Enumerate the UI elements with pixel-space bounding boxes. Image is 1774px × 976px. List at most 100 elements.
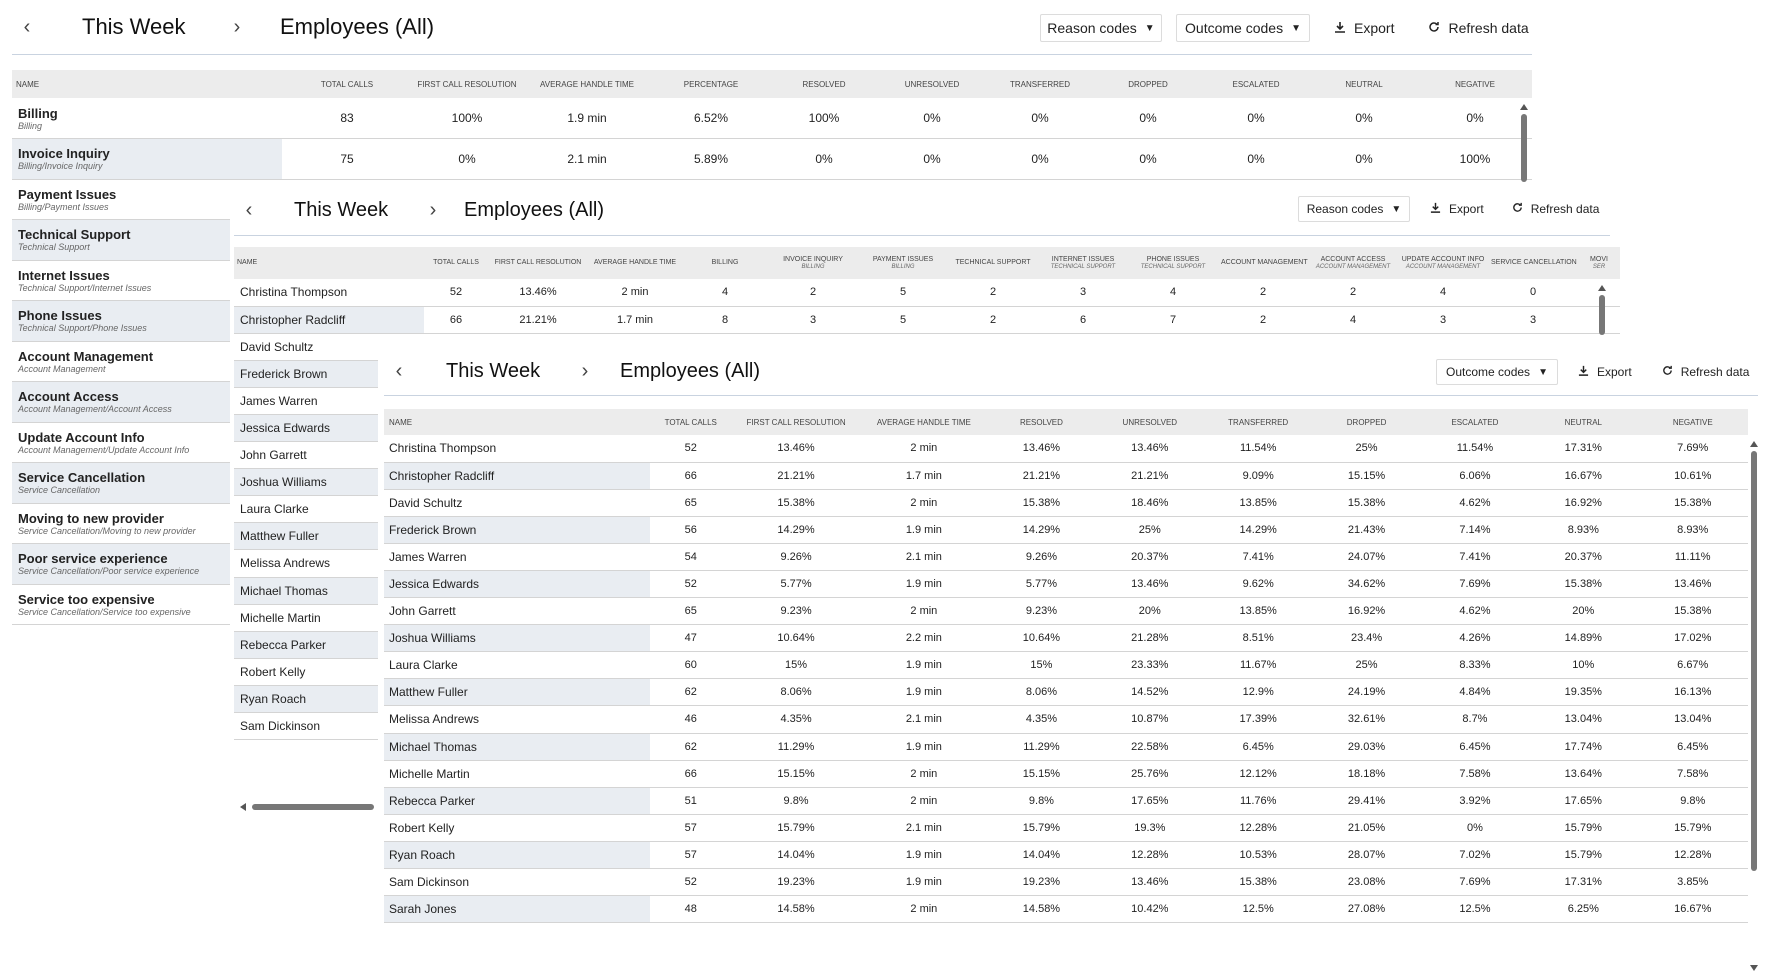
employee-name[interactable]: Sam Dickinson <box>384 869 650 896</box>
column-header-phone-issues[interactable]: Phone Issues Technical Support <box>1128 247 1218 279</box>
employee-name[interactable]: Michelle Martin <box>384 760 650 787</box>
column-header-resolved[interactable]: Resolved <box>770 70 878 98</box>
table-row[interactable]: Michelle Martin 66 15.15% 2 min 15.15% 25.76%… <box>384 760 1748 788</box>
column-header-account-management[interactable]: Account Management <box>1218 247 1308 279</box>
employee-name[interactable]: Frederick Brown <box>384 516 650 544</box>
prev-period-button[interactable]: ‹ <box>384 360 414 383</box>
panel1-vertical-scrollbar[interactable] <box>1520 104 1528 182</box>
column-header-service-cancellation[interactable]: Service Cancellation <box>1488 247 1578 279</box>
column-header-name[interactable]: Name <box>384 409 650 435</box>
table-row[interactable]: Joshua Williams 47 10.64% 2.2 min 10.64% 21.2… <box>384 624 1748 652</box>
scroll-thumb[interactable] <box>1751 451 1757 871</box>
employee-name[interactable]: Michael Thomas <box>384 733 650 761</box>
column-header-dropped[interactable]: Dropped <box>1312 409 1420 435</box>
table-row[interactable]: Frederick Brown 56 14.29% 1.9 min 14.29% 25% 1… <box>384 516 1748 544</box>
scroll-up-icon[interactable] <box>1598 285 1606 291</box>
prev-period-button[interactable]: ‹ <box>234 199 264 222</box>
column-header-name[interactable]: Name <box>234 247 424 279</box>
table-row[interactable]: Ryan Roach 57 14.04% 1.9 min 14.04% 12.28% 10.… <box>384 841 1748 869</box>
column-header-negative[interactable]: Negative <box>1418 70 1532 98</box>
table-row[interactable]: Robert Kelly 57 15.79% 2.1 min 15.79% 19.3% 12… <box>384 814 1748 842</box>
reason-codes-dropdown[interactable]: Reason codes ▼ <box>1040 14 1162 42</box>
column-header-movi[interactable]: Movi Ser <box>1578 247 1620 279</box>
column-header-first-call-resolution[interactable]: First call resolution <box>412 70 522 98</box>
employee-name[interactable]: David Schultz <box>384 489 650 516</box>
column-header-negative[interactable]: Negative <box>1638 409 1749 435</box>
column-header-unresolved[interactable]: Unresolved <box>1096 409 1204 435</box>
column-header-first-call-resolution[interactable]: First call resolution <box>732 409 861 435</box>
scroll-up-icon[interactable] <box>1750 441 1758 447</box>
employee-name[interactable]: Christopher Radcliff <box>384 462 650 490</box>
employee-name[interactable]: Christina Thompson <box>384 435 650 462</box>
table-row[interactable]: David Schultz 65 15.38% 2 min 15.38% 18.46% 13… <box>384 489 1748 517</box>
export-button[interactable]: Export <box>1578 365 1632 379</box>
table-row[interactable]: John Garrett 65 9.23% 2 min 9.23% 20% 13.85% 16… <box>384 598 1748 625</box>
scroll-down-icon[interactable] <box>1750 965 1758 971</box>
reason-codes-dropdown[interactable]: Reason codes ▼ <box>1298 196 1410 222</box>
column-header-transferred[interactable]: Transferred <box>986 70 1094 98</box>
table-row[interactable]: Laura Clarke 60 15% 1.9 min 15% 23.33% 11.67% 2… <box>384 652 1748 679</box>
table-row[interactable]: Melissa Andrews 46 4.35% 2.1 min 4.35% 10.87%… <box>384 706 1748 734</box>
scroll-thumb[interactable] <box>252 804 374 810</box>
table-row[interactable]: James Warren 54 9.26% 2.1 min 9.26% 20.37% 7.4… <box>384 543 1748 571</box>
employee-name[interactable]: Jessica Edwards <box>384 570 650 598</box>
employee-name[interactable]: Robert Kelly <box>384 814 650 841</box>
employee-name[interactable]: James Warren <box>384 543 650 570</box>
employee-name[interactable]: Joshua Williams <box>384 624 650 652</box>
table-row[interactable]: Christopher Radcliff 66 21.21% 1.7 min 21.21… <box>384 462 1748 490</box>
employee-name[interactable]: Christina Thompson <box>234 279 424 306</box>
column-header-escalated[interactable]: Escalated <box>1202 70 1310 98</box>
table-row[interactable]: Sarah Jones 48 14.58% 2 min 14.58% 10.42% 12.5… <box>384 895 1748 923</box>
refresh-button[interactable]: Refresh data <box>1662 365 1749 379</box>
next-period-button[interactable]: › <box>570 360 600 383</box>
column-header-neutral[interactable]: Neutral <box>1529 409 1637 435</box>
column-header-average-handle-time[interactable]: Average handle time <box>860 409 987 435</box>
next-period-button[interactable]: › <box>222 16 252 39</box>
row-name-cell[interactable]: Invoice Inquiry Billing/Invoice Inquiry <box>12 138 282 179</box>
employee-name[interactable]: John Garrett <box>384 598 650 625</box>
column-header-average-handle-time[interactable]: Average handle time <box>522 70 652 98</box>
employee-name[interactable]: Matthew Fuller <box>384 678 650 706</box>
next-period-button[interactable]: › <box>418 199 448 222</box>
column-header-internet-issues[interactable]: Internet Issues Technical Support <box>1038 247 1128 279</box>
column-header-escalated[interactable]: Escalated <box>1421 409 1529 435</box>
column-header-total-calls[interactable]: Total calls <box>424 247 488 279</box>
outcome-codes-dropdown[interactable]: Outcome codes ▼ <box>1176 14 1310 42</box>
table-row[interactable]: Christina Thompson 52 13.46% 2 min 4 2 5 2 3 4 2 2 4… <box>234 279 1620 307</box>
employee-name[interactable]: Laura Clarke <box>384 652 650 679</box>
column-header-name[interactable]: Name <box>12 70 282 98</box>
panel2-horizontal-scrollbar[interactable] <box>240 803 384 811</box>
column-header-invoice-inquiry[interactable]: Invoice Inquiry Billing <box>768 247 858 279</box>
panel2-vertical-scrollbar[interactable] <box>1598 285 1606 335</box>
employee-name[interactable]: Melissa Andrews <box>384 706 650 733</box>
column-header-technical-support[interactable]: Technical Support <box>948 247 1038 279</box>
refresh-button[interactable]: Refresh data <box>1512 202 1599 216</box>
scroll-thumb[interactable] <box>1521 114 1527 182</box>
table-row[interactable]: Sam Dickinson 52 19.23% 1.9 min 19.23% 13.46%… <box>384 869 1748 896</box>
column-header-transferred[interactable]: Transferred <box>1204 409 1312 435</box>
panel3-vertical-scrollbar[interactable] <box>1750 441 1758 971</box>
column-header-first-call-resolution[interactable]: First call resolution <box>488 247 588 279</box>
employee-name[interactable]: Rebecca Parker <box>384 787 650 815</box>
column-header-dropped[interactable]: Dropped <box>1094 70 1202 98</box>
export-button[interactable]: Export <box>1430 202 1484 216</box>
table-row[interactable]: Matthew Fuller 62 8.06% 1.9 min 8.06% 14.52% 1… <box>384 678 1748 706</box>
outcome-codes-dropdown[interactable]: Outcome codes ▼ <box>1436 359 1558 385</box>
column-header-average-handle-time[interactable]: Average handle time <box>588 247 682 279</box>
column-header-percentage[interactable]: Percentage <box>652 70 770 98</box>
scroll-up-icon[interactable] <box>1520 104 1528 110</box>
table-row[interactable]: Christopher Radcliff 66 21.21% 1.7 min 8 3 5 2 6… <box>234 306 1620 334</box>
column-header-payment-issues[interactable]: Payment Issues Billing <box>858 247 948 279</box>
column-header-total-calls[interactable]: Total calls <box>650 409 732 435</box>
column-header-unresolved[interactable]: Unresolved <box>878 70 986 98</box>
column-header-neutral[interactable]: Neutral <box>1310 70 1418 98</box>
table-row[interactable]: Jessica Edwards 52 5.77% 1.9 min 5.77% 13.46%… <box>384 570 1748 598</box>
table-row[interactable]: Billing Billing 83 100% 1.9 min 6.52% 100% 0% 0%… <box>12 98 1532 139</box>
table-row[interactable]: Invoice Inquiry Billing/Invoice Inquiry 75… <box>12 138 1532 179</box>
scroll-left-icon[interactable] <box>240 803 246 811</box>
export-button[interactable]: Export <box>1334 20 1394 36</box>
table-row[interactable]: Christina Thompson 52 13.46% 2 min 13.46% 13.… <box>384 435 1748 463</box>
column-header-resolved[interactable]: Resolved <box>987 409 1095 435</box>
table-row[interactable]: Michael Thomas 62 11.29% 1.9 min 11.29% 22.58… <box>384 733 1748 761</box>
column-header-account-access[interactable]: Account Access Account Management <box>1308 247 1398 279</box>
